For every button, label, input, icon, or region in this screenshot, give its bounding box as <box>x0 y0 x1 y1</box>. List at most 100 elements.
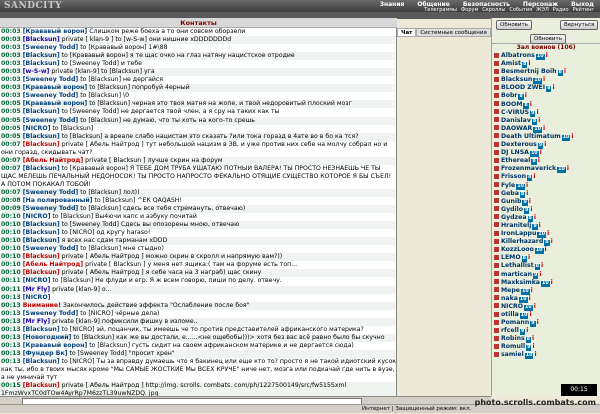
user-name[interactable]: BOOM <box>501 101 522 108</box>
user-name[interactable]: Danislav <box>501 117 531 124</box>
info-icon[interactable]: i <box>567 165 569 172</box>
user-list-item[interactable]: BLOOD ZWEI 8 i <box>492 84 600 93</box>
user-list-item[interactable]: Besmertnij Boih 8 i <box>492 68 600 77</box>
info-icon[interactable]: i <box>538 117 540 124</box>
user-name[interactable]: Robins <box>501 335 525 342</box>
message-author[interactable]: [Blacksun] <box>23 108 60 115</box>
message-author[interactable]: [Blacksun] <box>23 237 60 244</box>
user-name[interactable]: naka <box>501 295 518 302</box>
user-name[interactable]: Ethereal <box>501 157 530 164</box>
message-author[interactable]: [Sweeney Todd] <box>23 245 79 252</box>
info-icon[interactable]: i <box>530 101 532 108</box>
message-author[interactable]: [Абель Найтрод] <box>23 261 84 268</box>
user-list-item[interactable]: NICRO 10 i <box>492 303 600 311</box>
message-author[interactable]: [Абель Найтрод] <box>23 157 84 164</box>
info-icon[interactable]: i <box>528 254 530 261</box>
user-name[interactable]: Bobr <box>501 92 517 99</box>
user-list-item[interactable]: Death Ultimatum 10 i <box>492 133 600 141</box>
message-author[interactable]: [Blacksun] <box>23 382 60 389</box>
user-name[interactable]: DAOWAR <box>501 125 532 132</box>
message-author[interactable]: [Sweeney Todd] <box>23 205 79 212</box>
user-list-item[interactable]: Danislav 8 i <box>492 117 600 125</box>
message-author[interactable]: [Sweeney Todd] <box>23 310 79 317</box>
user-list-item[interactable]: Robins 8 i <box>492 335 600 344</box>
user-name[interactable]: Dexterous <box>501 141 537 148</box>
message-author[interactable]: [Крававый ворон] <box>23 342 88 349</box>
message-author[interactable]: [Фундер Бк] <box>23 350 68 357</box>
user-name[interactable]: Hranitelj <box>501 222 531 229</box>
info-icon[interactable]: i <box>539 271 541 278</box>
user-list-item[interactable]: naka 10 i <box>492 295 600 303</box>
info-icon[interactable]: i <box>543 125 545 132</box>
user-name[interactable]: martican <box>501 271 532 278</box>
user-name[interactable]: Frisson <box>501 173 526 180</box>
message-author[interactable]: [Blacksun] <box>23 52 60 59</box>
info-icon[interactable]: i <box>534 351 536 358</box>
message-author[interactable]: [Sweeney Todd] <box>23 76 79 83</box>
info-icon[interactable]: i <box>543 76 545 83</box>
message-author[interactable]: [Mr Fly] <box>23 318 50 325</box>
info-icon[interactable]: i <box>537 319 539 326</box>
user-name[interactable]: KozzLooo <box>501 246 534 253</box>
user-list-item[interactable]: Ethereal 8 i <box>492 157 600 166</box>
message-author[interactable]: [NICRO] <box>23 277 51 284</box>
info-icon[interactable]: i <box>533 173 535 180</box>
message-author[interactable]: [Sweeney Todd] <box>23 117 79 124</box>
message-author[interactable]: [Blacksun] <box>23 141 60 148</box>
user-list-item[interactable]: Gydilo 9 i <box>492 206 600 214</box>
user-list-item[interactable]: Geba 8 i <box>492 190 600 198</box>
user-list-item[interactable]: Fyle 10 i <box>492 182 600 190</box>
user-name[interactable]: LEMO <box>501 254 521 261</box>
user-name[interactable]: Gydzea <box>501 214 527 221</box>
user-name[interactable]: C-VIRUS <box>501 109 529 116</box>
user-list-item[interactable]: Mepe 10 i <box>492 287 600 295</box>
info-icon[interactable]: i <box>529 295 531 302</box>
info-icon[interactable]: i <box>571 133 573 140</box>
tab-system-messages[interactable]: Системные сообщения <box>416 28 491 37</box>
info-icon[interactable]: i <box>545 246 547 253</box>
info-icon[interactable]: i <box>538 157 540 164</box>
user-list-item[interactable]: C-VIRUS 9 i <box>492 109 600 117</box>
user-name[interactable]: Death Ultimatum <box>501 133 561 140</box>
message-author[interactable]: [Sweeney Todd] <box>23 92 79 99</box>
tab-chat[interactable]: Чат <box>397 28 417 37</box>
user-list-item[interactable]: DJ LNSA 10 i <box>492 149 600 158</box>
info-icon[interactable]: i <box>526 182 528 189</box>
user-name[interactable]: NICRO <box>501 303 523 310</box>
message-author[interactable]: [Крававый ворон] <box>23 100 88 107</box>
user-name[interactable]: Romull <box>501 343 525 350</box>
message-author[interactable]: [Sweeney Todd] <box>23 189 79 196</box>
info-icon[interactable]: i <box>530 206 532 213</box>
user-list-item[interactable]: Frozenmaverick 10 i <box>492 165 600 174</box>
info-icon[interactable]: i <box>541 262 543 269</box>
user-list-item[interactable]: Gunib 9 i <box>492 198 600 206</box>
info-icon[interactable]: i <box>539 222 541 229</box>
user-list-item[interactable]: Hranitelj 9 i <box>492 222 600 230</box>
user-list-item[interactable]: otilla 10 i <box>492 311 600 319</box>
info-icon[interactable]: i <box>536 109 538 116</box>
user-list-item[interactable]: BOOM 8 i <box>492 101 600 109</box>
info-icon[interactable]: i <box>526 327 528 334</box>
message-author[interactable]: [Blacksun] <box>23 221 60 228</box>
user-list-item[interactable]: LEMO 8 i <box>492 254 600 263</box>
user-list-item[interactable]: Maxksimka 10 i <box>492 279 600 287</box>
info-icon[interactable]: i <box>534 303 536 310</box>
info-icon[interactable]: i <box>547 230 549 237</box>
user-name[interactable]: otilla <box>501 311 519 318</box>
back-button[interactable]: Вернуться <box>560 20 599 30</box>
message-author[interactable]: [Sweeney Todd] <box>23 44 79 51</box>
message-author[interactable]: [Blacksun] <box>23 60 60 67</box>
user-list-item[interactable]: Pomann 9 i <box>492 319 600 328</box>
info-icon[interactable]: i <box>551 238 553 245</box>
user-name[interactable]: Killerhazard <box>501 238 543 245</box>
info-icon[interactable]: i <box>551 279 553 286</box>
info-icon[interactable]: i <box>532 343 534 350</box>
user-name[interactable]: Geba <box>501 190 519 197</box>
user-list-item[interactable]: Amist 8 i <box>492 60 600 69</box>
info-icon[interactable]: i <box>546 52 548 59</box>
info-icon[interactable]: i <box>532 335 534 342</box>
user-list-item[interactable]: DAOWAR 10 i <box>492 125 600 133</box>
message-author[interactable]: [Крававый ворон] <box>23 28 88 35</box>
message-author[interactable]: [Mr Fly] <box>23 286 50 293</box>
user-list-item[interactable]: Killerhazard 8 i <box>492 238 600 247</box>
